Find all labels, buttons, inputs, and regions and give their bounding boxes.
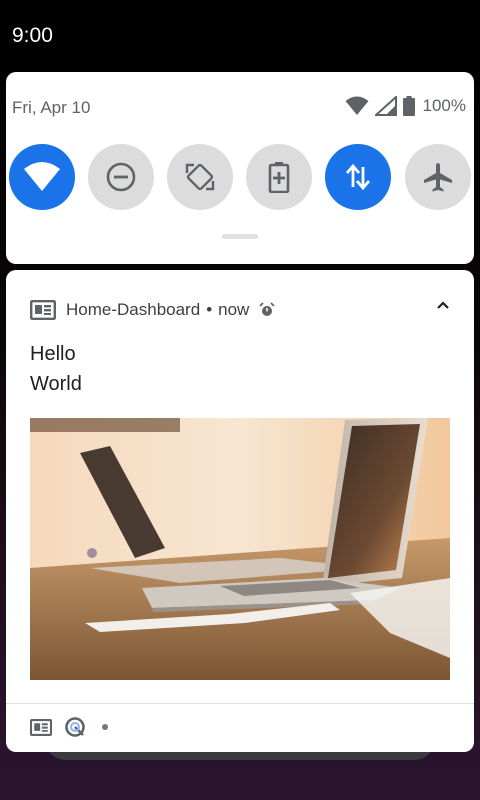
app-news-icon: [30, 718, 52, 736]
tile-mobile-data[interactable]: [325, 144, 391, 210]
drag-handle[interactable]: [222, 234, 258, 239]
notification-separator: •: [206, 300, 213, 319]
chevron-up-icon: [437, 301, 449, 309]
app-news-icon: [30, 300, 56, 320]
wifi-icon: [24, 162, 60, 191]
tile-battery-saver[interactable]: [246, 144, 312, 210]
do-not-disturb-icon: [106, 162, 136, 192]
quick-settings-panel: Fri, Apr 10 100%: [6, 72, 474, 264]
tile-wifi[interactable]: [9, 144, 75, 210]
status-icons: 100%: [345, 96, 466, 116]
notification-image: [30, 418, 450, 680]
battery-percent: 100%: [422, 96, 466, 115]
mobile-data-icon: [345, 163, 371, 191]
quick-settings-header: Fri, Apr 10 100%: [12, 96, 466, 120]
expand-button[interactable]: [436, 300, 450, 310]
tile-airplane-mode[interactable]: [405, 144, 471, 210]
notification-text: World: [30, 373, 82, 395]
status-bar-time: 9:00: [12, 24, 53, 47]
notification-title: Hello: [30, 343, 76, 365]
notification-header: Home-Dashboard • now: [30, 298, 450, 322]
notification-divider: [6, 703, 474, 704]
notification-footer: [30, 716, 108, 738]
cell-signal-icon: [374, 96, 397, 116]
more-notifications-dot: [102, 724, 108, 730]
laptop-desk-photo: [30, 418, 450, 680]
notification-app-name: Home-Dashboard: [66, 300, 201, 319]
quick-settings-tiles: [9, 144, 471, 210]
auto-rotate-icon: [185, 163, 215, 191]
wifi-signal-icon: [345, 96, 369, 115]
battery-saver-icon: [268, 162, 290, 193]
date-label[interactable]: Fri, Apr 10: [12, 98, 90, 118]
notification-card[interactable]: Home-Dashboard • now Hello World: [6, 270, 474, 752]
tile-do-not-disturb[interactable]: [88, 144, 154, 210]
q-logo-icon: [65, 717, 85, 737]
alarm-icon: [259, 302, 275, 318]
tile-auto-rotate[interactable]: [167, 144, 233, 210]
battery-icon: [402, 96, 415, 116]
notification-time: now: [218, 300, 250, 319]
airplane-icon: [424, 163, 452, 192]
